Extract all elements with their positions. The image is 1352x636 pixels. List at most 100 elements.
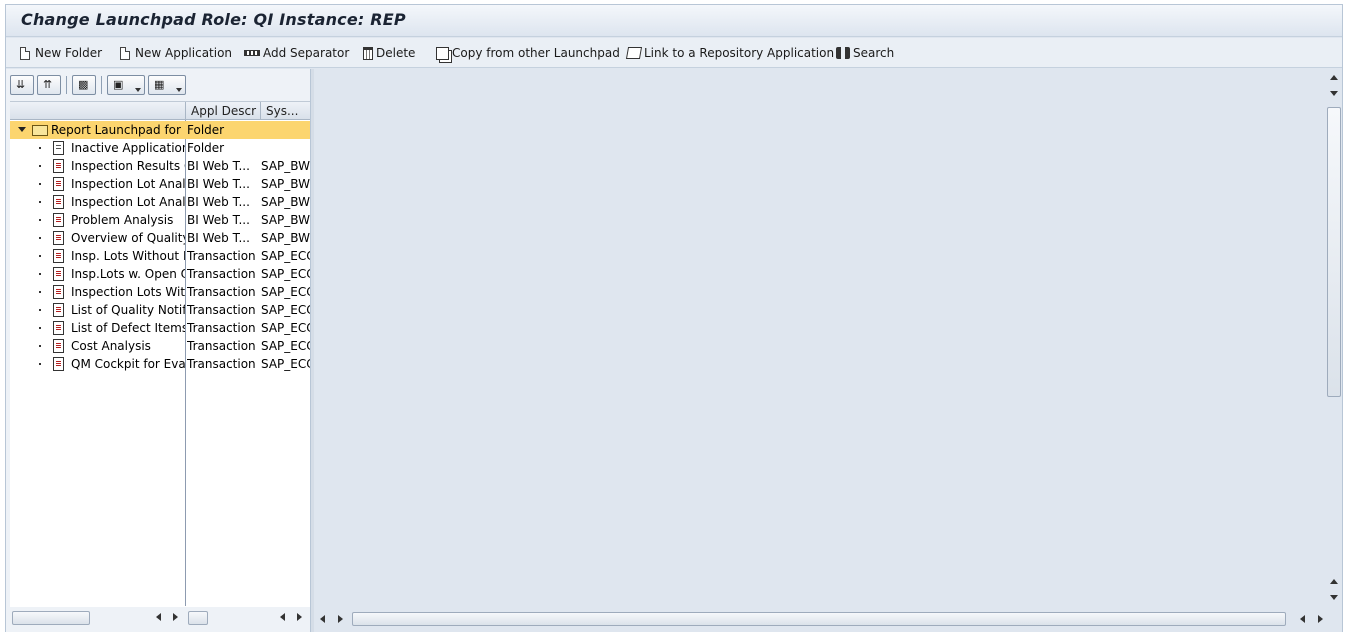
tree-item-row[interactable]: QM Cockpit for Evalu Transaction SAP_ECC (10, 355, 310, 373)
application-toolbar: New Folder New Application Add Separator… (6, 38, 1342, 68)
sap-window: Change Launchpad Role: QI Instance: REP … (5, 4, 1343, 632)
chevron-down-icon (135, 88, 141, 92)
tree-item-sys: SAP_ECC (261, 303, 310, 317)
tree-item-label: Problem Analysis (71, 213, 174, 227)
tree-item-type: Transaction (187, 321, 256, 335)
scroll-right-icon[interactable] (173, 613, 178, 621)
add-separator-button[interactable]: Add Separator (244, 44, 349, 62)
new-folder-label: New Folder (35, 46, 103, 60)
launchpad-tree[interactable]: Appl Descr Sys... Report Launchpad for Q… (10, 101, 310, 607)
tree-horizontal-scrollbar[interactable] (10, 609, 310, 627)
tree-item-row[interactable]: Insp.Lots w. Open Q Transaction SAP_ECC (10, 265, 310, 283)
grid-icon: ▦ (154, 78, 165, 91)
scroll-left-icon[interactable] (280, 613, 285, 621)
bullet-icon (39, 327, 41, 329)
tree-root-row[interactable]: Report Launchpad for Q Folder (10, 121, 310, 139)
tree-root-label: Report Launchpad for Q (51, 123, 185, 137)
tree-item-type: Folder (187, 141, 225, 155)
tree-item-label: List of Defect Items (71, 321, 185, 335)
scroll-up-icon[interactable] (1330, 75, 1338, 80)
tree-item-row[interactable]: Insp. Lots Without I Transaction SAP_ECC (10, 247, 310, 265)
new-document-icon (20, 46, 30, 60)
link-icon (625, 47, 643, 59)
scroll-thumb[interactable] (352, 612, 1286, 626)
link-repository-application-button[interactable]: Link to a Repository Application (625, 44, 834, 62)
tree-item-label: Inspection Lot Analy (71, 177, 185, 191)
scroll-left-icon[interactable] (320, 615, 325, 623)
tree-item-type: Transaction (187, 357, 256, 371)
tree-item-type: BI Web T... (187, 159, 250, 173)
scroll-right-icon[interactable] (297, 613, 302, 621)
report-icon (53, 195, 64, 209)
tree-item-sys: SAP_BW (261, 213, 310, 227)
tree-item-row[interactable]: Inspection Lots With Transaction SAP_ECC (10, 283, 310, 301)
scroll-thumb[interactable] (1327, 107, 1341, 397)
tree-item-type: BI Web T... (187, 195, 250, 209)
tree-header: Appl Descr Sys... (10, 102, 310, 120)
tree-item-sys: SAP_ECC (261, 249, 310, 263)
tree-item-label: Inspection Lot Analy (71, 195, 185, 209)
tree-item-label: Overview of Quality I (71, 231, 185, 245)
bullet-icon (39, 255, 41, 257)
report-icon (53, 357, 64, 371)
tree-item-type: Transaction (187, 339, 256, 353)
column-header-sys[interactable]: Sys... (260, 102, 310, 120)
new-application-button[interactable]: New Application (120, 44, 232, 62)
tree-item-row[interactable]: Inspection Lot Analy BI Web T... SAP_BW (10, 193, 310, 211)
layout-dropdown-button[interactable]: ▦ (148, 75, 186, 95)
collapse-all-icon: ⇈ (43, 78, 53, 91)
report-icon (53, 177, 64, 191)
horizontal-scrollbar[interactable] (314, 609, 1342, 629)
bullet-icon (39, 291, 41, 293)
report-icon (53, 303, 64, 317)
scroll-right-icon[interactable] (1318, 615, 1323, 623)
tree-item-label: Insp.Lots w. Open Q (71, 267, 185, 281)
bullet-icon (39, 147, 41, 149)
tree-item-row[interactable]: List of Quality Notific Transaction SAP_EC… (10, 301, 310, 319)
vertical-scrollbar[interactable] (1326, 69, 1342, 609)
tree-item-row[interactable]: Overview of Quality I BI Web T... SAP_BW (10, 229, 310, 247)
tree-item-label: Insp. Lots Without I (71, 249, 185, 263)
tree-item-type: BI Web T... (187, 213, 250, 227)
title-bar: Change Launchpad Role: QI Instance: REP (6, 5, 1342, 37)
scroll-down-icon[interactable] (1330, 91, 1338, 96)
delete-button[interactable]: Delete (363, 44, 415, 62)
tree-item-row[interactable]: Problem Analysis BI Web T... SAP_BW (10, 211, 310, 229)
report-icon (53, 213, 64, 227)
scroll-up-icon[interactable] (1330, 579, 1338, 584)
report-icon (53, 285, 64, 299)
tree-item-sys: SAP_ECC (261, 357, 310, 371)
scroll-left-icon[interactable] (156, 613, 161, 621)
tree-item-sys: SAP_BW (261, 177, 310, 191)
search-button[interactable]: Search (836, 44, 894, 62)
report-icon (53, 159, 64, 173)
copy-from-other-launchpad-label: Copy from other Launchpad (452, 46, 620, 60)
scroll-down-icon[interactable] (1330, 595, 1338, 600)
trash-icon (363, 46, 373, 60)
print-dropdown-button[interactable]: ▣ (107, 75, 145, 95)
tree-root-sys (261, 121, 310, 139)
new-folder-button[interactable]: New Folder (20, 44, 102, 62)
delete-label: Delete (376, 46, 416, 60)
scroll-right-icon[interactable] (338, 615, 343, 623)
collapse-all-button[interactable]: ⇈ (37, 75, 61, 95)
tree-item-row[interactable]: List of Defect Items Transaction SAP_ECC (10, 319, 310, 337)
tree-item-label: Inactive Applications (71, 141, 185, 155)
copy-from-other-launchpad-button[interactable]: Copy from other Launchpad (436, 44, 620, 62)
tree-item-row[interactable]: Inspection Results O BI Web T... SAP_BW (10, 157, 310, 175)
tree-item-row[interactable]: Inactive Applications Folder (10, 139, 310, 157)
page-title: Change Launchpad Role: QI Instance: REP (21, 10, 406, 29)
tree-item-row[interactable]: Cost Analysis Transaction SAP_ECC (10, 337, 310, 355)
scroll-left-icon[interactable] (1300, 615, 1305, 623)
tree-item-row[interactable]: Inspection Lot Analy BI Web T... SAP_BW (10, 175, 310, 193)
scroll-thumb[interactable] (12, 611, 90, 625)
expand-all-icon: ⇊ (16, 78, 26, 91)
find-button[interactable]: ▩ (72, 75, 96, 95)
expand-all-button[interactable]: ⇊ (10, 75, 34, 95)
column-header-appl-descr[interactable]: Appl Descr (185, 102, 260, 120)
add-separator-label: Add Separator (263, 46, 350, 60)
report-icon (53, 339, 64, 353)
table-icon (53, 141, 64, 155)
collapse-arrow-icon[interactable] (18, 127, 26, 132)
scroll-thumb[interactable] (188, 611, 208, 625)
